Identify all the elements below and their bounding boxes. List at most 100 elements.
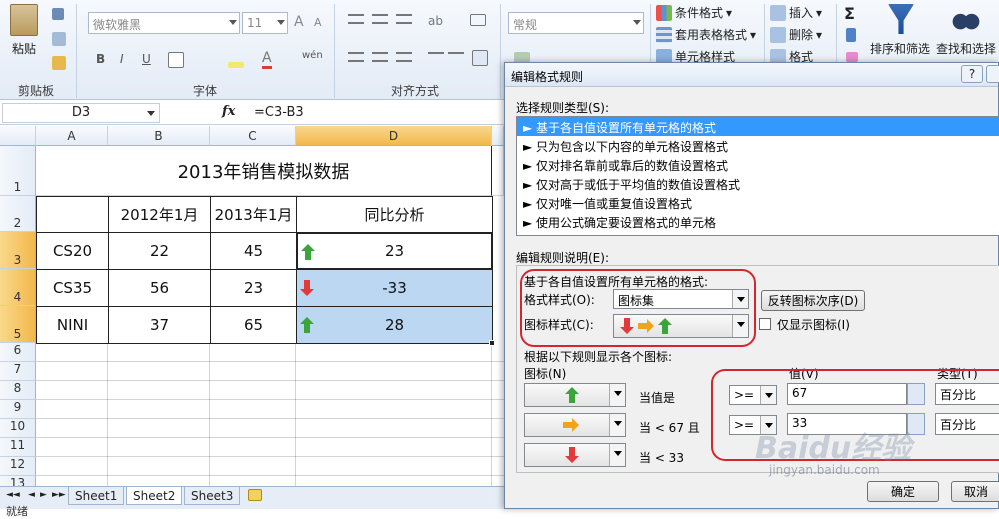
formula-input[interactable]: =C3-B3	[254, 105, 304, 120]
insert-sheet-icon[interactable]	[248, 489, 262, 501]
header-cell-b2[interactable]: 2012年1月	[108, 196, 211, 233]
delete-button[interactable]: 删除 ▾	[770, 26, 822, 43]
paste-button[interactable]: 粘贴	[10, 4, 38, 57]
cell-c3[interactable]: 45	[210, 232, 297, 270]
align-center-icon[interactable]	[372, 52, 388, 62]
row-header-5[interactable]: 5	[0, 306, 36, 343]
align-bottom-icon[interactable]	[396, 14, 412, 24]
row-header-11[interactable]: 11	[0, 438, 36, 457]
bold-button[interactable]: B	[96, 52, 105, 66]
cell-b4[interactable]: 56	[108, 269, 211, 307]
find-select-label[interactable]: 查找和选择	[936, 40, 996, 57]
show-icon-only-label[interactable]: 仅显示图标(I)	[777, 316, 850, 333]
rule-type-item[interactable]: ► 仅对高于或低于平均值的数值设置格式	[517, 174, 999, 193]
cell-a4[interactable]: CS35	[36, 269, 109, 307]
rule-type-list[interactable]: ► 基于各自值设置所有单元格的格式 ► 只为包含以下内容的单元格设置格式 ► 仅…	[516, 116, 999, 236]
align-top-icon[interactable]	[348, 14, 364, 24]
select-all-corner[interactable]	[0, 126, 36, 146]
empty-rows[interactable]	[36, 343, 504, 486]
orientation-icon[interactable]: ab	[428, 14, 444, 30]
align-right-icon[interactable]	[396, 52, 412, 62]
italic-button[interactable]: I	[120, 52, 124, 66]
copy-icon[interactable]	[52, 32, 66, 46]
row-header-9[interactable]: 9	[0, 400, 36, 419]
column-header-d[interactable]: D	[296, 126, 492, 146]
font-size-combo[interactable]: 11	[242, 12, 288, 34]
ok-button[interactable]: 确定	[867, 481, 939, 502]
fill-icon[interactable]	[846, 28, 856, 42]
tab-sheet1[interactable]: Sheet1	[68, 487, 125, 505]
row-header-13[interactable]: 13	[0, 476, 36, 486]
rule-3-icon-select[interactable]	[524, 443, 626, 467]
row-header-3[interactable]: 3	[0, 232, 36, 269]
cut-icon[interactable]	[52, 8, 64, 20]
fill-color-icon[interactable]	[228, 62, 244, 68]
cell-a5[interactable]: NINI	[36, 306, 109, 344]
help-button[interactable]: ?	[961, 65, 983, 83]
clear-icon[interactable]	[846, 52, 858, 62]
close-icon[interactable]	[986, 65, 999, 83]
reverse-icon-order-button[interactable]: 反转图标次序(D)	[761, 290, 865, 311]
wrap-text-icon[interactable]	[470, 14, 486, 26]
column-header-b[interactable]: B	[108, 126, 210, 146]
header-cell-a2[interactable]	[36, 196, 109, 233]
row-header-12[interactable]: 12	[0, 457, 36, 476]
row-header-1[interactable]: 1	[0, 146, 36, 196]
row-header-7[interactable]: 7	[0, 362, 36, 381]
row-header-10[interactable]: 10	[0, 419, 36, 438]
cell-a3[interactable]: CS20	[36, 232, 109, 270]
next-sheet-icon[interactable]: ►	[40, 490, 47, 500]
cancel-button[interactable]: 取消	[951, 481, 999, 502]
rule-2-icon-select[interactable]	[524, 413, 626, 437]
align-middle-icon[interactable]	[372, 14, 388, 24]
cell-d4[interactable]: -33	[296, 269, 493, 307]
rule-type-item[interactable]: ► 使用公式确定要设置格式的单元格	[517, 212, 999, 231]
last-sheet-icon[interactable]: ►►	[52, 490, 66, 500]
sort-filter-icon[interactable]	[888, 4, 914, 34]
rule-1-icon-select[interactable]	[524, 383, 626, 407]
format-painter-icon[interactable]	[52, 56, 66, 70]
grow-font-icon[interactable]: A	[294, 14, 304, 30]
sheet-title[interactable]: 2013年销售模拟数据	[36, 146, 492, 196]
fill-handle[interactable]	[489, 340, 495, 346]
fx-icon[interactable]: fx	[222, 104, 235, 119]
insert-button[interactable]: 插入 ▾	[770, 4, 822, 21]
conditional-format-button[interactable]: 条件格式 ▾	[656, 4, 732, 21]
autosum-button[interactable]: Σ	[844, 4, 855, 23]
align-left-icon[interactable]	[348, 52, 364, 62]
decrease-indent-icon[interactable]	[428, 52, 444, 62]
row-header-6[interactable]: 6	[0, 343, 36, 362]
cell-b3[interactable]: 22	[108, 232, 211, 270]
sort-filter-label[interactable]: 排序和筛选	[870, 40, 930, 57]
prev-sheet-icon[interactable]: ◄	[28, 490, 35, 500]
font-color-icon[interactable]: A	[262, 50, 272, 69]
borders-icon[interactable]	[168, 52, 184, 68]
rule-type-item[interactable]: ► 只为包含以下内容的单元格设置格式	[517, 136, 999, 155]
name-box-dropdown-icon[interactable]	[147, 111, 155, 116]
header-cell-c2[interactable]: 2013年1月	[210, 196, 297, 233]
binoculars-icon[interactable]	[952, 6, 980, 32]
cell-c4[interactable]: 23	[210, 269, 297, 307]
underline-button[interactable]: U	[142, 52, 151, 66]
rule-type-item[interactable]: ► 仅对唯一值或重复值设置格式	[517, 193, 999, 212]
column-header-c[interactable]: C	[210, 126, 296, 146]
show-icon-only-checkbox[interactable]	[759, 318, 771, 330]
phonetic-icon[interactable]: wén	[302, 50, 323, 61]
cell-b5[interactable]: 37	[108, 306, 211, 344]
row-header-2[interactable]: 2	[0, 196, 36, 232]
row-header-4[interactable]: 4	[0, 269, 36, 306]
row-header-8[interactable]: 8	[0, 381, 36, 400]
header-cell-d2[interactable]: 同比分析	[296, 196, 493, 233]
rule-type-item[interactable]: ► 仅对排名靠前或靠后的数值设置格式	[517, 155, 999, 174]
merge-center-icon[interactable]	[472, 50, 488, 66]
first-sheet-icon[interactable]: ◄◄	[6, 490, 20, 500]
increase-indent-icon[interactable]	[448, 52, 464, 62]
tab-sheet2[interactable]: Sheet2	[126, 487, 183, 505]
rule-type-item[interactable]: ► 基于各自值设置所有单元格的格式	[517, 117, 999, 136]
number-format-combo[interactable]: 常规	[508, 12, 644, 34]
cell-d3[interactable]: 23	[296, 232, 493, 270]
shrink-font-icon[interactable]: A	[314, 16, 322, 29]
name-box[interactable]: D3	[2, 103, 160, 123]
format-as-table-button[interactable]: 套用表格格式 ▾	[656, 26, 756, 43]
column-header-a[interactable]: A	[36, 126, 108, 146]
